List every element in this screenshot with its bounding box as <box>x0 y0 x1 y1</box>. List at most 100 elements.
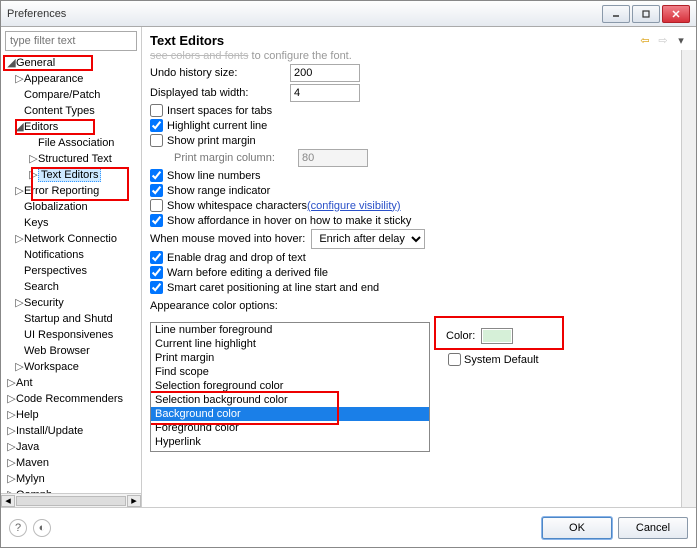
footer: ? ◐ OK Cancel <box>1 507 696 547</box>
tree-startup[interactable]: Startup and Shutd <box>1 311 141 327</box>
page-header: Text Editors ⇦ ⇨ ▾ <box>142 27 696 50</box>
affordance-checkbox[interactable] <box>150 214 163 227</box>
scroll-thumb[interactable] <box>16 496 126 506</box>
insert-spaces-label: Insert spaces for tabs <box>167 105 272 117</box>
rangeind-checkbox[interactable] <box>150 184 163 197</box>
tree-editors[interactable]: ◢Editors <box>1 119 141 135</box>
help-icon[interactable]: ? <box>9 519 27 537</box>
tree-keys[interactable]: Keys <box>1 215 141 231</box>
highlight-label: Highlight current line <box>167 120 267 132</box>
system-default-label: System Default <box>464 354 539 366</box>
tree-perspectives[interactable]: Perspectives <box>1 263 141 279</box>
back-icon[interactable]: ⇦ <box>638 34 652 48</box>
tree-structured[interactable]: ▷Structured Text <box>1 151 141 167</box>
tree-scroll[interactable]: ◢General ▷Appearance Compare/Patch Conte… <box>1 55 141 493</box>
tree-errorrep[interactable]: ▷Error Reporting <box>1 183 141 199</box>
content-vscroll[interactable] <box>681 50 696 507</box>
color-swatch-button[interactable] <box>481 328 513 344</box>
dropdown-icon[interactable]: ▾ <box>674 34 688 48</box>
linenum-label: Show line numbers <box>167 170 261 182</box>
cancel-button[interactable]: Cancel <box>618 517 688 539</box>
appear-label: Appearance color options: <box>150 300 673 312</box>
font-hint: see colors and fonts to configure the fo… <box>150 50 673 62</box>
list-item[interactable]: Selection background color <box>151 393 429 407</box>
tree-oomph[interactable]: ▷Oomph <box>1 487 141 493</box>
page-title: Text Editors <box>150 33 638 48</box>
filter-input[interactable] <box>5 31 137 51</box>
undo-input[interactable] <box>290 64 360 82</box>
tree-java[interactable]: ▷Java <box>1 439 141 455</box>
tree-install[interactable]: ▷Install/Update <box>1 423 141 439</box>
color-panel: Color: System Default <box>440 322 539 369</box>
import-export-icon[interactable]: ◐ <box>33 519 51 537</box>
dragdrop-checkbox[interactable] <box>150 251 163 264</box>
tree-texteditors[interactable]: ▷Text Editors <box>1 167 141 183</box>
printmargin-label: Show print margin <box>167 135 256 147</box>
forward-icon[interactable]: ⇨ <box>656 34 670 48</box>
warn-derived-checkbox[interactable] <box>150 266 163 279</box>
appearance-listbox[interactable]: Line number foreground Current line high… <box>150 322 430 452</box>
tree-globalization[interactable]: Globalization <box>1 199 141 215</box>
tree-ant[interactable]: ▷Ant <box>1 375 141 391</box>
sidebar-hscroll[interactable]: ◂ ▸ <box>1 493 141 507</box>
tree-coderec[interactable]: ▷Code Recommenders <box>1 391 141 407</box>
ok-button[interactable]: OK <box>542 517 612 539</box>
tree-search[interactable]: Search <box>1 279 141 295</box>
tree-appearance[interactable]: ▷Appearance <box>1 71 141 87</box>
tree-maven[interactable]: ▷Maven <box>1 455 141 471</box>
tree-mylyn[interactable]: ▷Mylyn <box>1 471 141 487</box>
tree-fileassoc[interactable]: File Association <box>1 135 141 151</box>
affordance-label: Show affordance in hover on how to make … <box>167 215 411 227</box>
window-controls <box>602 5 690 23</box>
hover-label: When mouse moved into hover: <box>150 233 305 245</box>
scroll-left-icon[interactable]: ◂ <box>1 495 15 507</box>
hover-combo[interactable]: Enrich after delay <box>311 229 425 249</box>
tree-workspace[interactable]: ▷Workspace <box>1 359 141 375</box>
list-item[interactable]: Foreground color <box>151 421 429 435</box>
list-item[interactable]: Line number foreground <box>151 323 429 337</box>
scroll-right-icon[interactable]: ▸ <box>127 495 141 507</box>
whitespace-label: Show whitespace characters <box>167 200 307 212</box>
list-item[interactable]: Find scope <box>151 365 429 379</box>
smartcaret-label: Smart caret positioning at line start an… <box>167 282 379 294</box>
tree-help[interactable]: ▷Help <box>1 407 141 423</box>
maximize-button[interactable] <box>632 5 660 23</box>
warn-derived-label: Warn before editing a derived file <box>167 267 328 279</box>
rangeind-label: Show range indicator <box>167 185 270 197</box>
configure-visibility-link[interactable]: (configure visibility) <box>307 200 401 212</box>
sidebar: ◢General ▷Appearance Compare/Patch Conte… <box>1 27 142 507</box>
list-item-selected[interactable]: Background color <box>151 407 429 421</box>
tree-security[interactable]: ▷Security <box>1 295 141 311</box>
tree-uiresp[interactable]: UI Responsivenes <box>1 327 141 343</box>
preference-tree: ◢General ▷Appearance Compare/Patch Conte… <box>1 55 141 493</box>
list-item[interactable]: Hyperlink <box>151 435 429 449</box>
tree-compare[interactable]: Compare/Patch <box>1 87 141 103</box>
close-button[interactable] <box>662 5 690 23</box>
tabwidth-label: Displayed tab width: <box>150 87 290 99</box>
window-title: Preferences <box>7 8 602 20</box>
tabwidth-input[interactable] <box>290 84 360 102</box>
list-item[interactable]: Current line highlight <box>151 337 429 351</box>
pmc-input <box>298 149 368 167</box>
system-default-checkbox[interactable] <box>448 353 461 366</box>
highlight-checkbox[interactable] <box>150 119 163 132</box>
tree-netconn[interactable]: ▷Network Connectio <box>1 231 141 247</box>
printmargin-checkbox[interactable] <box>150 134 163 147</box>
tree-notifications[interactable]: Notifications <box>1 247 141 263</box>
whitespace-checkbox[interactable] <box>150 199 163 212</box>
minimize-button[interactable] <box>602 5 630 23</box>
tree-general[interactable]: ◢General <box>1 55 141 71</box>
smartcaret-checkbox[interactable] <box>150 281 163 294</box>
insert-spaces-checkbox[interactable] <box>150 104 163 117</box>
tree-contenttypes[interactable]: Content Types <box>1 103 141 119</box>
page-content: see colors and fonts to configure the fo… <box>142 50 681 507</box>
tree-webbrowser[interactable]: Web Browser <box>1 343 141 359</box>
pmc-label: Print margin column: <box>174 152 298 164</box>
dialog-body: ◢General ▷Appearance Compare/Patch Conte… <box>1 27 696 507</box>
titlebar: Preferences <box>1 1 696 27</box>
preferences-window: Preferences ◢General ▷Appearance Compare… <box>0 0 697 548</box>
list-item[interactable]: Selection foreground color <box>151 379 429 393</box>
list-item[interactable]: Print margin <box>151 351 429 365</box>
main-panel: Text Editors ⇦ ⇨ ▾ see colors and fonts … <box>142 27 696 507</box>
linenum-checkbox[interactable] <box>150 169 163 182</box>
